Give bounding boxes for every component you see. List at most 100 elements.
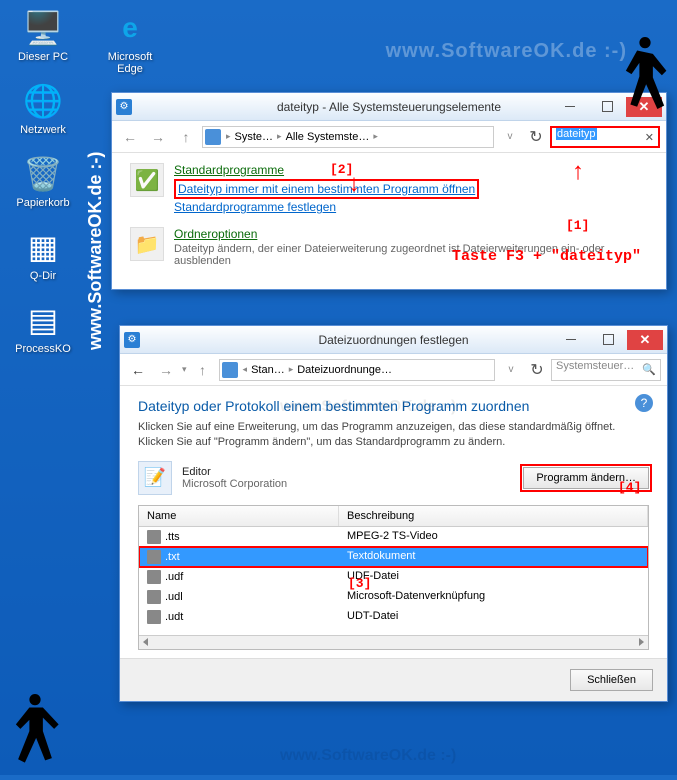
nav-forward-button[interactable]: → — [146, 125, 170, 149]
search-value: dateityp — [556, 128, 597, 140]
breadcrumb-segment[interactable]: Stan… — [248, 364, 288, 376]
change-program-button[interactable]: Programm ändern… — [523, 467, 649, 489]
extension-label: .tts — [165, 531, 180, 543]
edge-icon: e — [110, 8, 150, 48]
refresh-button[interactable]: ↻ — [527, 360, 547, 380]
icon-label: ProcessKO — [8, 343, 78, 355]
breadcrumb[interactable]: ▸ Syste… ▸ Alle Systemste… ▸ — [202, 126, 494, 148]
icon-label: Q-Dir — [8, 270, 78, 282]
list-item[interactable]: .txt Textdokument — [139, 547, 648, 567]
breadcrumb-icon — [205, 129, 221, 145]
nav-history-dropdown[interactable]: ▾ — [182, 364, 187, 375]
nav-forward-button[interactable]: → — [154, 358, 178, 382]
program-defaults-icon: ✅ — [130, 163, 164, 197]
minimize-button[interactable] — [552, 97, 588, 117]
breadcrumb-segment[interactable]: Alle Systemste… — [283, 131, 373, 143]
breadcrumb-dropdown-button[interactable]: v — [498, 125, 522, 149]
app-icon: 🖥️ — [23, 8, 63, 48]
titlebar[interactable]: ⚙ Dateizuordnungen festlegen ✕ — [120, 326, 667, 354]
breadcrumb-icon — [222, 362, 238, 378]
icon-label: Dieser PC — [8, 51, 78, 63]
list-item[interactable]: .udl Microsoft-Datenverknüpfung — [139, 587, 648, 607]
file-type-icon — [147, 550, 161, 564]
result-sublink-open-filetype[interactable]: Dateityp immer mit einem bestimmten Prog… — [174, 179, 479, 199]
result-item: 📁 Ordneroptionen Dateityp ändern, der ei… — [130, 227, 648, 267]
dancer-silhouette-icon — [5, 685, 65, 775]
search-input[interactable]: Systemsteuer… 🔍 — [551, 359, 661, 381]
column-header-description[interactable]: Beschreibung — [339, 506, 648, 526]
program-name: Editor — [182, 466, 513, 478]
desktop-icons-col2: e Microsoft Edge — [95, 8, 165, 93]
description-label: Textdokument — [339, 549, 648, 565]
desktop-icon[interactable]: e Microsoft Edge — [95, 8, 165, 75]
icon-label: Netzwerk — [8, 124, 78, 136]
description-label: UDF-Datei — [339, 569, 648, 585]
help-button[interactable]: ? — [635, 394, 653, 412]
list-item[interactable]: .tts MPEG-2 TS-Video — [139, 527, 648, 547]
result-item: ✅ Standardprogramme Dateityp immer mit e… — [130, 163, 648, 215]
window-control-panel-search: ⚙ dateityp - Alle Systemsteuerungselemen… — [111, 92, 667, 290]
column-header-name[interactable]: Name — [139, 506, 339, 526]
file-type-icon — [147, 610, 161, 624]
app-icon: 🗑️ — [23, 154, 63, 194]
desktop-icon[interactable]: 🗑️Papierkorb — [8, 154, 78, 209]
desktop-icon[interactable]: 🖥️ Dieser PC — [8, 8, 78, 63]
desktop-icon[interactable]: ▦ Q-Dir — [8, 227, 78, 282]
breadcrumb-segment[interactable]: Dateizuordnunge… — [294, 364, 395, 376]
window-file-associations: ⚙ Dateizuordnungen festlegen ✕ ← → ▾ ↑ ◂… — [119, 325, 668, 702]
list-header: Name Beschreibung — [139, 506, 648, 527]
result-sublink-set-defaults[interactable]: Standardprogramme festlegen — [174, 200, 479, 214]
chevron-right-icon: ▸ — [372, 131, 379, 142]
result-title-link[interactable]: Standardprogramme — [174, 163, 479, 177]
navbar: ← → ↑ ▸ Syste… ▸ Alle Systemste… ▸ v ↻ d… — [112, 121, 666, 153]
horizontal-scrollbar[interactable] — [139, 635, 648, 649]
refresh-button[interactable]: ↻ — [526, 127, 546, 147]
watermark-mid: www.SoftwareOK.de :-) — [280, 398, 456, 416]
close-dialog-button[interactable]: Schließen — [570, 669, 653, 691]
breadcrumb-dropdown-button[interactable]: v — [499, 358, 523, 382]
extension-label: .udl — [165, 591, 183, 603]
clear-search-button[interactable]: ✕ — [645, 131, 654, 144]
result-description: Dateityp ändern, der einer Dateierweiter… — [174, 243, 648, 267]
file-type-icon — [147, 530, 161, 544]
extension-label: .txt — [165, 551, 180, 563]
search-placeholder: Systemsteuer… — [556, 360, 634, 372]
desktop-icon[interactable]: ▤ ProcessKO — [8, 300, 78, 355]
search-input[interactable]: dateityp ✕ — [550, 126, 660, 148]
minimize-button[interactable] — [553, 330, 589, 350]
app-icon: 🌐 — [23, 81, 63, 121]
dancer-silhouette-icon — [615, 28, 675, 118]
current-program-row: 📝 Editor Microsoft Corporation Programm … — [138, 461, 649, 495]
description-label: Microsoft-Datenverknüpfung — [339, 589, 648, 605]
list-body[interactable]: .tts MPEG-2 TS-Video .txt Textdokument .udfU… — [139, 527, 648, 635]
list-item[interactable]: .udfUDF-Datei — [139, 567, 648, 587]
file-type-icon — [147, 590, 161, 604]
nav-back-button[interactable]: ← — [126, 358, 150, 382]
app-icon: ▦ — [23, 227, 63, 267]
breadcrumb-segment[interactable]: Syste… — [232, 131, 277, 143]
app-icon: ▤ — [23, 300, 63, 340]
nav-back-button[interactable]: ← — [118, 125, 142, 149]
close-button[interactable]: ✕ — [627, 330, 663, 350]
breadcrumb[interactable]: ◂ Stan… ▸ Dateizuordnunge… — [219, 359, 495, 381]
search-results: ✅ Standardprogramme Dateityp immer mit e… — [112, 153, 666, 289]
desktop-icon[interactable]: 🌐 Netzwerk — [8, 81, 78, 136]
file-type-icon — [147, 570, 161, 584]
watermark-side: www.SoftwareOK.de :-) — [85, 152, 106, 350]
watermark-top: www.SoftwareOK.de :-) — [386, 40, 627, 63]
list-item[interactable]: .udtUDT-Datei — [139, 607, 648, 627]
result-title-link[interactable]: Ordneroptionen — [174, 227, 648, 241]
nav-up-button[interactable]: ↑ — [174, 125, 198, 149]
maximize-button[interactable] — [590, 330, 626, 350]
description-label: MPEG-2 TS-Video — [339, 529, 648, 545]
window-footer: Schließen — [120, 658, 667, 701]
icon-label: Microsoft Edge — [95, 51, 165, 75]
description-label: UDT-Datei — [339, 609, 648, 625]
search-icon: 🔍 — [642, 363, 656, 376]
instruction-text: Klicken Sie auf eine Erweiterung, um das… — [138, 420, 649, 451]
titlebar[interactable]: ⚙ dateityp - Alle Systemsteuerungselemen… — [112, 93, 666, 121]
nav-up-button[interactable]: ↑ — [191, 358, 215, 382]
content-area: ? Dateityp oder Protokoll einem bestimmt… — [120, 386, 667, 658]
notepad-icon: 📝 — [138, 461, 172, 495]
program-company: Microsoft Corporation — [182, 478, 513, 490]
